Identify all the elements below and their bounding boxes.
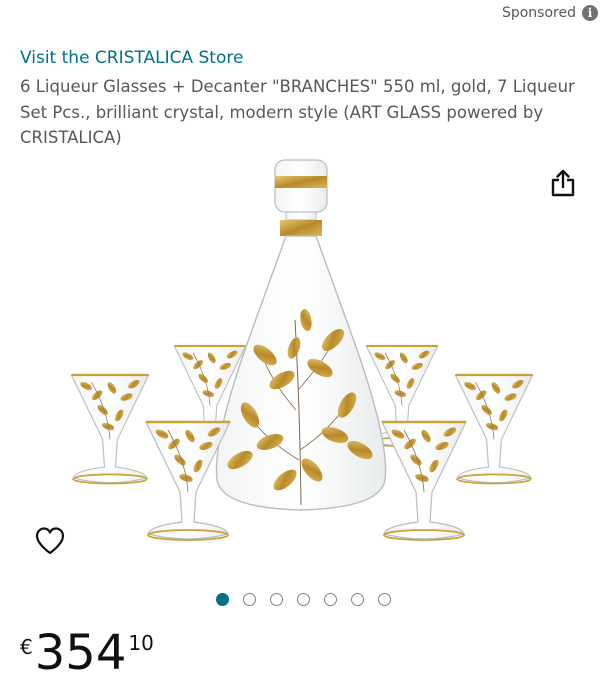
price: € 354 10 xyxy=(20,625,154,681)
carousel-dot[interactable] xyxy=(296,593,310,606)
price-fraction: 10 xyxy=(128,631,154,655)
carousel-dot[interactable] xyxy=(215,593,229,606)
carousel-dot[interactable] xyxy=(350,593,364,606)
store-link[interactable]: Visit the CRISTALICA Store xyxy=(20,48,243,68)
sponsored-text: Sponsored xyxy=(501,5,576,21)
heart-outline-icon[interactable] xyxy=(34,525,66,557)
image-carousel-dots xyxy=(0,593,606,606)
carousel-dot[interactable] xyxy=(323,593,337,606)
decanter xyxy=(215,159,387,511)
price-currency-symbol: € xyxy=(20,635,33,659)
carousel-dot[interactable] xyxy=(242,593,256,606)
price-whole: 354 xyxy=(34,625,127,681)
info-icon[interactable]: i xyxy=(582,5,598,21)
carousel-dot[interactable] xyxy=(269,593,283,606)
carousel-dot[interactable] xyxy=(377,593,391,606)
product-image[interactable] xyxy=(50,150,560,570)
product-title: 6 Liqueur Glasses + Decanter "BRANCHES" … xyxy=(20,77,575,147)
sponsored-label[interactable]: Sponsored i xyxy=(502,3,598,23)
